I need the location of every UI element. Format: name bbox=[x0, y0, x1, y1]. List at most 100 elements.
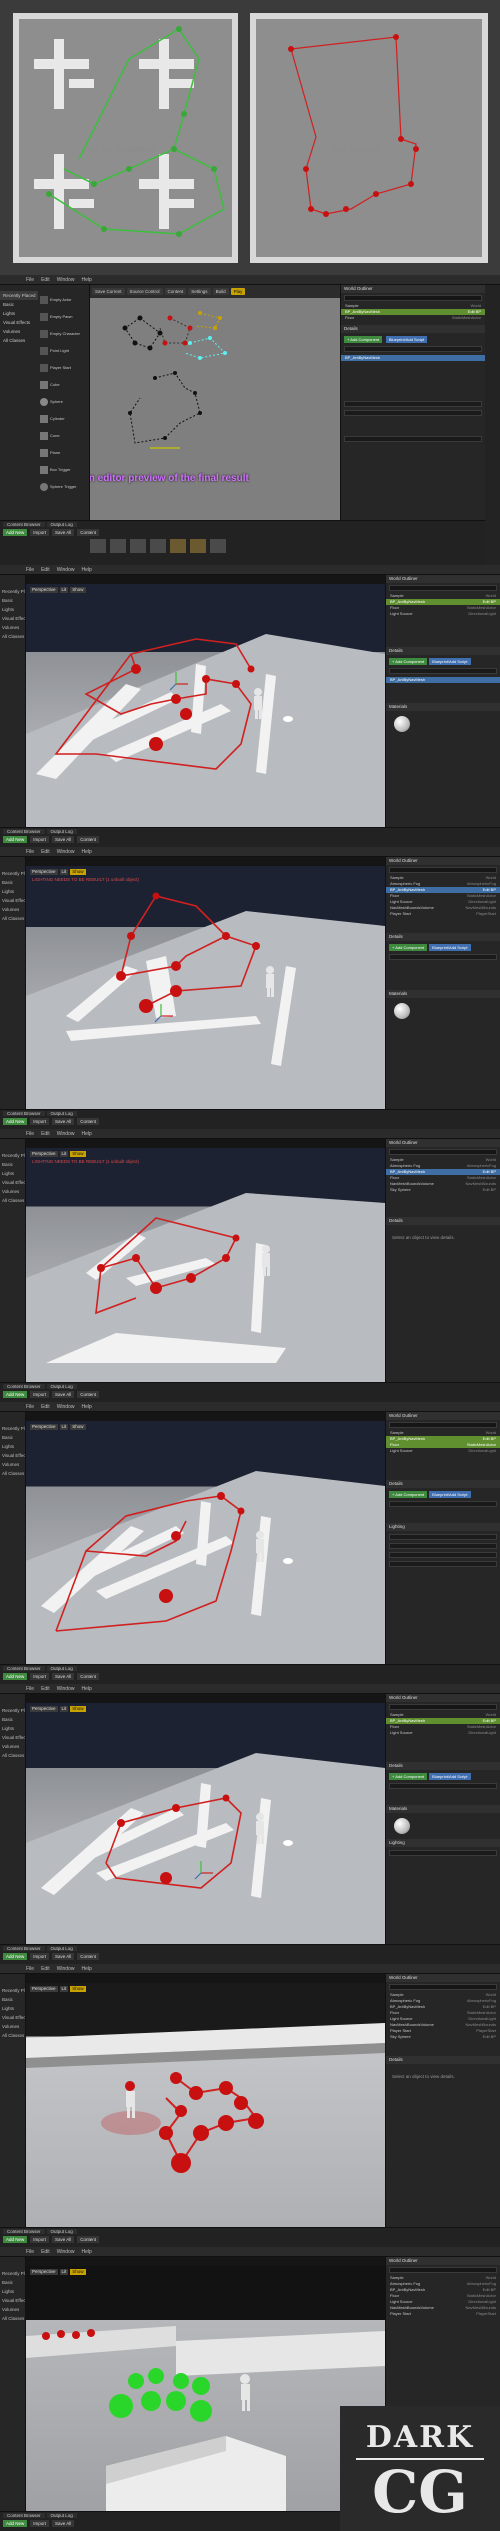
show-button[interactable]: Show bbox=[70, 2269, 86, 2275]
actor-item-6[interactable]: Sphere bbox=[40, 393, 90, 410]
save-all-button[interactable]: Save All bbox=[52, 836, 75, 843]
tab-output-log[interactable]: Output Log bbox=[46, 2513, 77, 2518]
material-sphere-preview[interactable] bbox=[394, 1818, 410, 1834]
mode-item[interactable]: Recently Placed bbox=[0, 1151, 25, 1160]
show-button[interactable]: Show bbox=[70, 1424, 86, 1430]
tab-content-browser[interactable]: Content Browser bbox=[3, 1946, 45, 1951]
add-component-button[interactable]: + Add Component bbox=[389, 1491, 428, 1498]
details-field[interactable] bbox=[389, 1850, 497, 1856]
asset-tile[interactable] bbox=[110, 539, 126, 553]
add-component-button[interactable]: + Add Component bbox=[344, 336, 383, 343]
mode-item[interactable]: Recently Placed bbox=[0, 1986, 25, 1995]
mode-item[interactable]: Visual Effects bbox=[0, 1178, 25, 1187]
mode-item[interactable]: Volumes bbox=[0, 2022, 25, 2031]
blueprint-button[interactable]: Blueprint/Add Script bbox=[429, 658, 471, 665]
actor-item-0[interactable]: Empty Actor bbox=[40, 291, 90, 308]
show-button[interactable]: Show bbox=[70, 1706, 86, 1712]
place-cat-5[interactable]: All Classes bbox=[0, 336, 38, 345]
add-new-button[interactable]: Add New bbox=[3, 1953, 28, 1960]
mode-item[interactable]: Visual Effects bbox=[0, 2013, 25, 2022]
mode-item[interactable]: Volumes bbox=[0, 2305, 25, 2314]
actor-item-8[interactable]: Cone bbox=[40, 427, 90, 444]
content-path[interactable]: Content bbox=[77, 1673, 100, 1680]
mode-item[interactable]: All Classes bbox=[0, 1751, 25, 1760]
save-all-button[interactable]: Save All bbox=[52, 529, 75, 536]
lit-button[interactable]: Lit bbox=[59, 1424, 69, 1430]
asset-tile[interactable] bbox=[170, 539, 186, 553]
menu-file[interactable]: File bbox=[26, 1131, 34, 1137]
menu-window[interactable]: Window bbox=[57, 1404, 75, 1410]
menu-help[interactable]: Help bbox=[81, 277, 91, 283]
details-search[interactable] bbox=[389, 1501, 497, 1507]
menu-window[interactable]: Window bbox=[57, 277, 75, 283]
actor-item-11[interactable]: Sphere Trigger bbox=[40, 478, 90, 495]
outliner-row[interactable]: Light Source DirectionalLight bbox=[386, 1448, 500, 1454]
lit-button[interactable]: Lit bbox=[59, 1986, 69, 1992]
menu-edit[interactable]: Edit bbox=[41, 1686, 50, 1692]
place-cat-4[interactable]: Volumes bbox=[0, 327, 38, 336]
tab-output-log[interactable]: Output Log bbox=[46, 1384, 77, 1389]
content-path[interactable]: Content bbox=[77, 1391, 100, 1398]
menu-file[interactable]: File bbox=[26, 1686, 34, 1692]
add-new-button[interactable]: Add New bbox=[3, 2236, 28, 2243]
toolbar-btn-build[interactable]: Build bbox=[212, 288, 229, 295]
menu-help[interactable]: Help bbox=[81, 2249, 91, 2255]
details-field[interactable] bbox=[344, 410, 482, 416]
outliner-row[interactable]: Sky Sphere Edit BP bbox=[386, 2034, 500, 2040]
save-all-button[interactable]: Save All bbox=[52, 2236, 75, 2243]
mode-item[interactable]: Visual Effects bbox=[0, 1733, 25, 1742]
perspective-button[interactable]: Perspective bbox=[30, 1424, 58, 1430]
mode-item[interactable]: Visual Effects bbox=[0, 2296, 25, 2305]
save-all-button[interactable]: Save All bbox=[52, 1391, 75, 1398]
toolbar-btn-play[interactable]: Play bbox=[230, 288, 246, 295]
perspective-button[interactable]: Perspective bbox=[30, 1986, 58, 1992]
level-viewport[interactable]: Perspective Lit Show LIGHTING NEEDS TO BE … bbox=[26, 1148, 385, 1382]
show-button[interactable]: Show bbox=[70, 587, 86, 593]
asset-tile[interactable] bbox=[190, 539, 206, 553]
lit-button[interactable]: Lit bbox=[59, 587, 69, 593]
mode-item[interactable]: Lights bbox=[0, 887, 25, 896]
material-sphere-preview[interactable] bbox=[394, 716, 410, 732]
mode-item[interactable]: All Classes bbox=[0, 2314, 25, 2323]
tab-output-log[interactable]: Output Log bbox=[46, 522, 77, 527]
asset-tile[interactable] bbox=[210, 539, 226, 553]
save-all-button[interactable]: Save All bbox=[52, 1673, 75, 1680]
level-viewport[interactable]: Perspective Lit Show LIGHTING NEEDS TO BE … bbox=[26, 866, 385, 1109]
add-new-button[interactable]: Add New bbox=[3, 1118, 28, 1125]
outliner-row[interactable]: Light Source DirectionalLight bbox=[386, 611, 500, 617]
outliner-search[interactable] bbox=[389, 1422, 497, 1428]
add-new-button[interactable]: Add New bbox=[3, 836, 28, 843]
place-cat-0[interactable]: Recently Placed bbox=[0, 291, 38, 300]
lit-button[interactable]: Lit bbox=[59, 1706, 69, 1712]
level-viewport[interactable]: Perspective Lit Show bbox=[26, 1983, 385, 2227]
lit-button[interactable]: Lit bbox=[59, 1151, 69, 1157]
save-all-button[interactable]: Save All bbox=[52, 1953, 75, 1960]
place-cat-1[interactable]: Basic bbox=[0, 300, 38, 309]
add-component-button[interactable]: + Add Component bbox=[389, 944, 428, 951]
import-button[interactable]: Import bbox=[30, 2520, 50, 2527]
level-viewport[interactable]: Perspective Lit Show bbox=[26, 1421, 385, 1664]
add-component-button[interactable]: + Add Component bbox=[389, 658, 428, 665]
mode-item[interactable]: Volumes bbox=[0, 623, 25, 632]
perspective-button[interactable]: Perspective bbox=[30, 869, 58, 875]
details-field[interactable] bbox=[389, 1552, 497, 1558]
tab-output-log[interactable]: Output Log bbox=[46, 1111, 77, 1116]
outliner-row[interactable]: Player Start PlayerStart bbox=[386, 911, 500, 917]
actor-item-10[interactable]: Box Trigger bbox=[40, 461, 90, 478]
actor-item-1[interactable]: Empty Pawn bbox=[40, 308, 90, 325]
content-path[interactable]: Content bbox=[77, 836, 100, 843]
mode-item[interactable]: All Classes bbox=[0, 1196, 25, 1205]
details-search[interactable] bbox=[389, 1783, 497, 1789]
mode-item[interactable]: Lights bbox=[0, 1169, 25, 1178]
menu-edit[interactable]: Edit bbox=[41, 1131, 50, 1137]
show-button[interactable]: Show bbox=[70, 1151, 86, 1157]
perspective-button[interactable]: Perspective bbox=[30, 2269, 58, 2275]
asset-tile[interactable] bbox=[150, 539, 166, 553]
toolbar-btn-content[interactable]: Content bbox=[164, 288, 187, 295]
import-button[interactable]: Import bbox=[30, 836, 50, 843]
mode-item[interactable]: All Classes bbox=[0, 632, 25, 641]
content-path[interactable]: Content bbox=[77, 529, 100, 536]
tab-content-browser[interactable]: Content Browser bbox=[3, 829, 45, 834]
mode-item[interactable]: Lights bbox=[0, 1724, 25, 1733]
tab-content-browser[interactable]: Content Browser bbox=[3, 1111, 45, 1116]
